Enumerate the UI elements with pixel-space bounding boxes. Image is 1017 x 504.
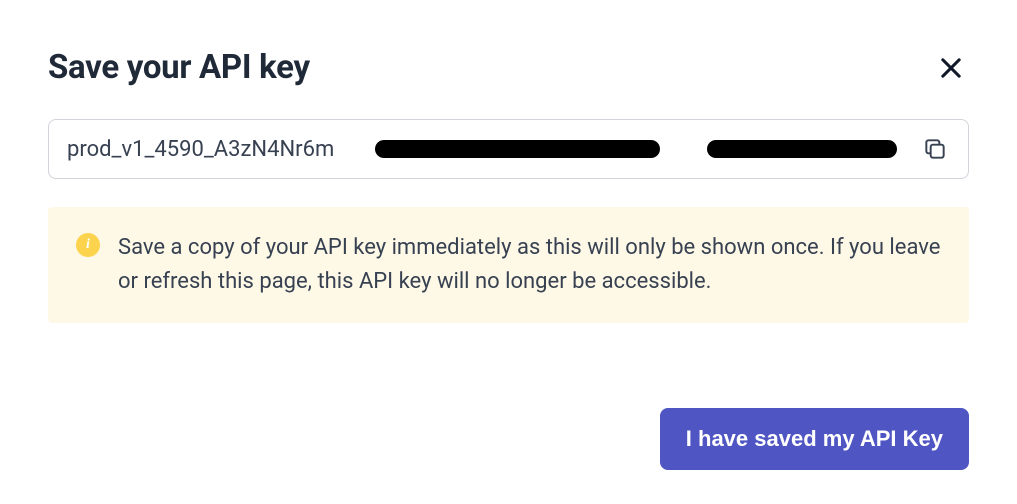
redaction-bar [375, 140, 660, 158]
copy-button[interactable] [920, 134, 950, 164]
dialog-title: Save your API key [48, 48, 310, 87]
warning-notice: i Save a copy of your API key immediatel… [48, 207, 969, 323]
api-key-value-container: prod_v1_4590_A3zN4Nr6m [67, 135, 908, 163]
confirm-saved-button[interactable]: I have saved my API Key [660, 408, 969, 470]
save-api-key-dialog: Save your API key prod_v1_4590_A3zN4Nr6m… [0, 0, 1017, 504]
warning-text: Save a copy of your API key immediately … [118, 231, 941, 299]
api-key-value[interactable]: prod_v1_4590_A3zN4Nr6m [67, 137, 334, 162]
close-button[interactable] [933, 50, 969, 86]
dialog-footer: I have saved my API Key [660, 408, 969, 470]
copy-icon [922, 136, 948, 162]
api-key-field: prod_v1_4590_A3zN4Nr6m [48, 119, 969, 179]
redaction-bar [707, 140, 897, 158]
close-icon [937, 54, 965, 82]
info-icon: i [76, 233, 100, 257]
dialog-header: Save your API key [48, 48, 969, 87]
